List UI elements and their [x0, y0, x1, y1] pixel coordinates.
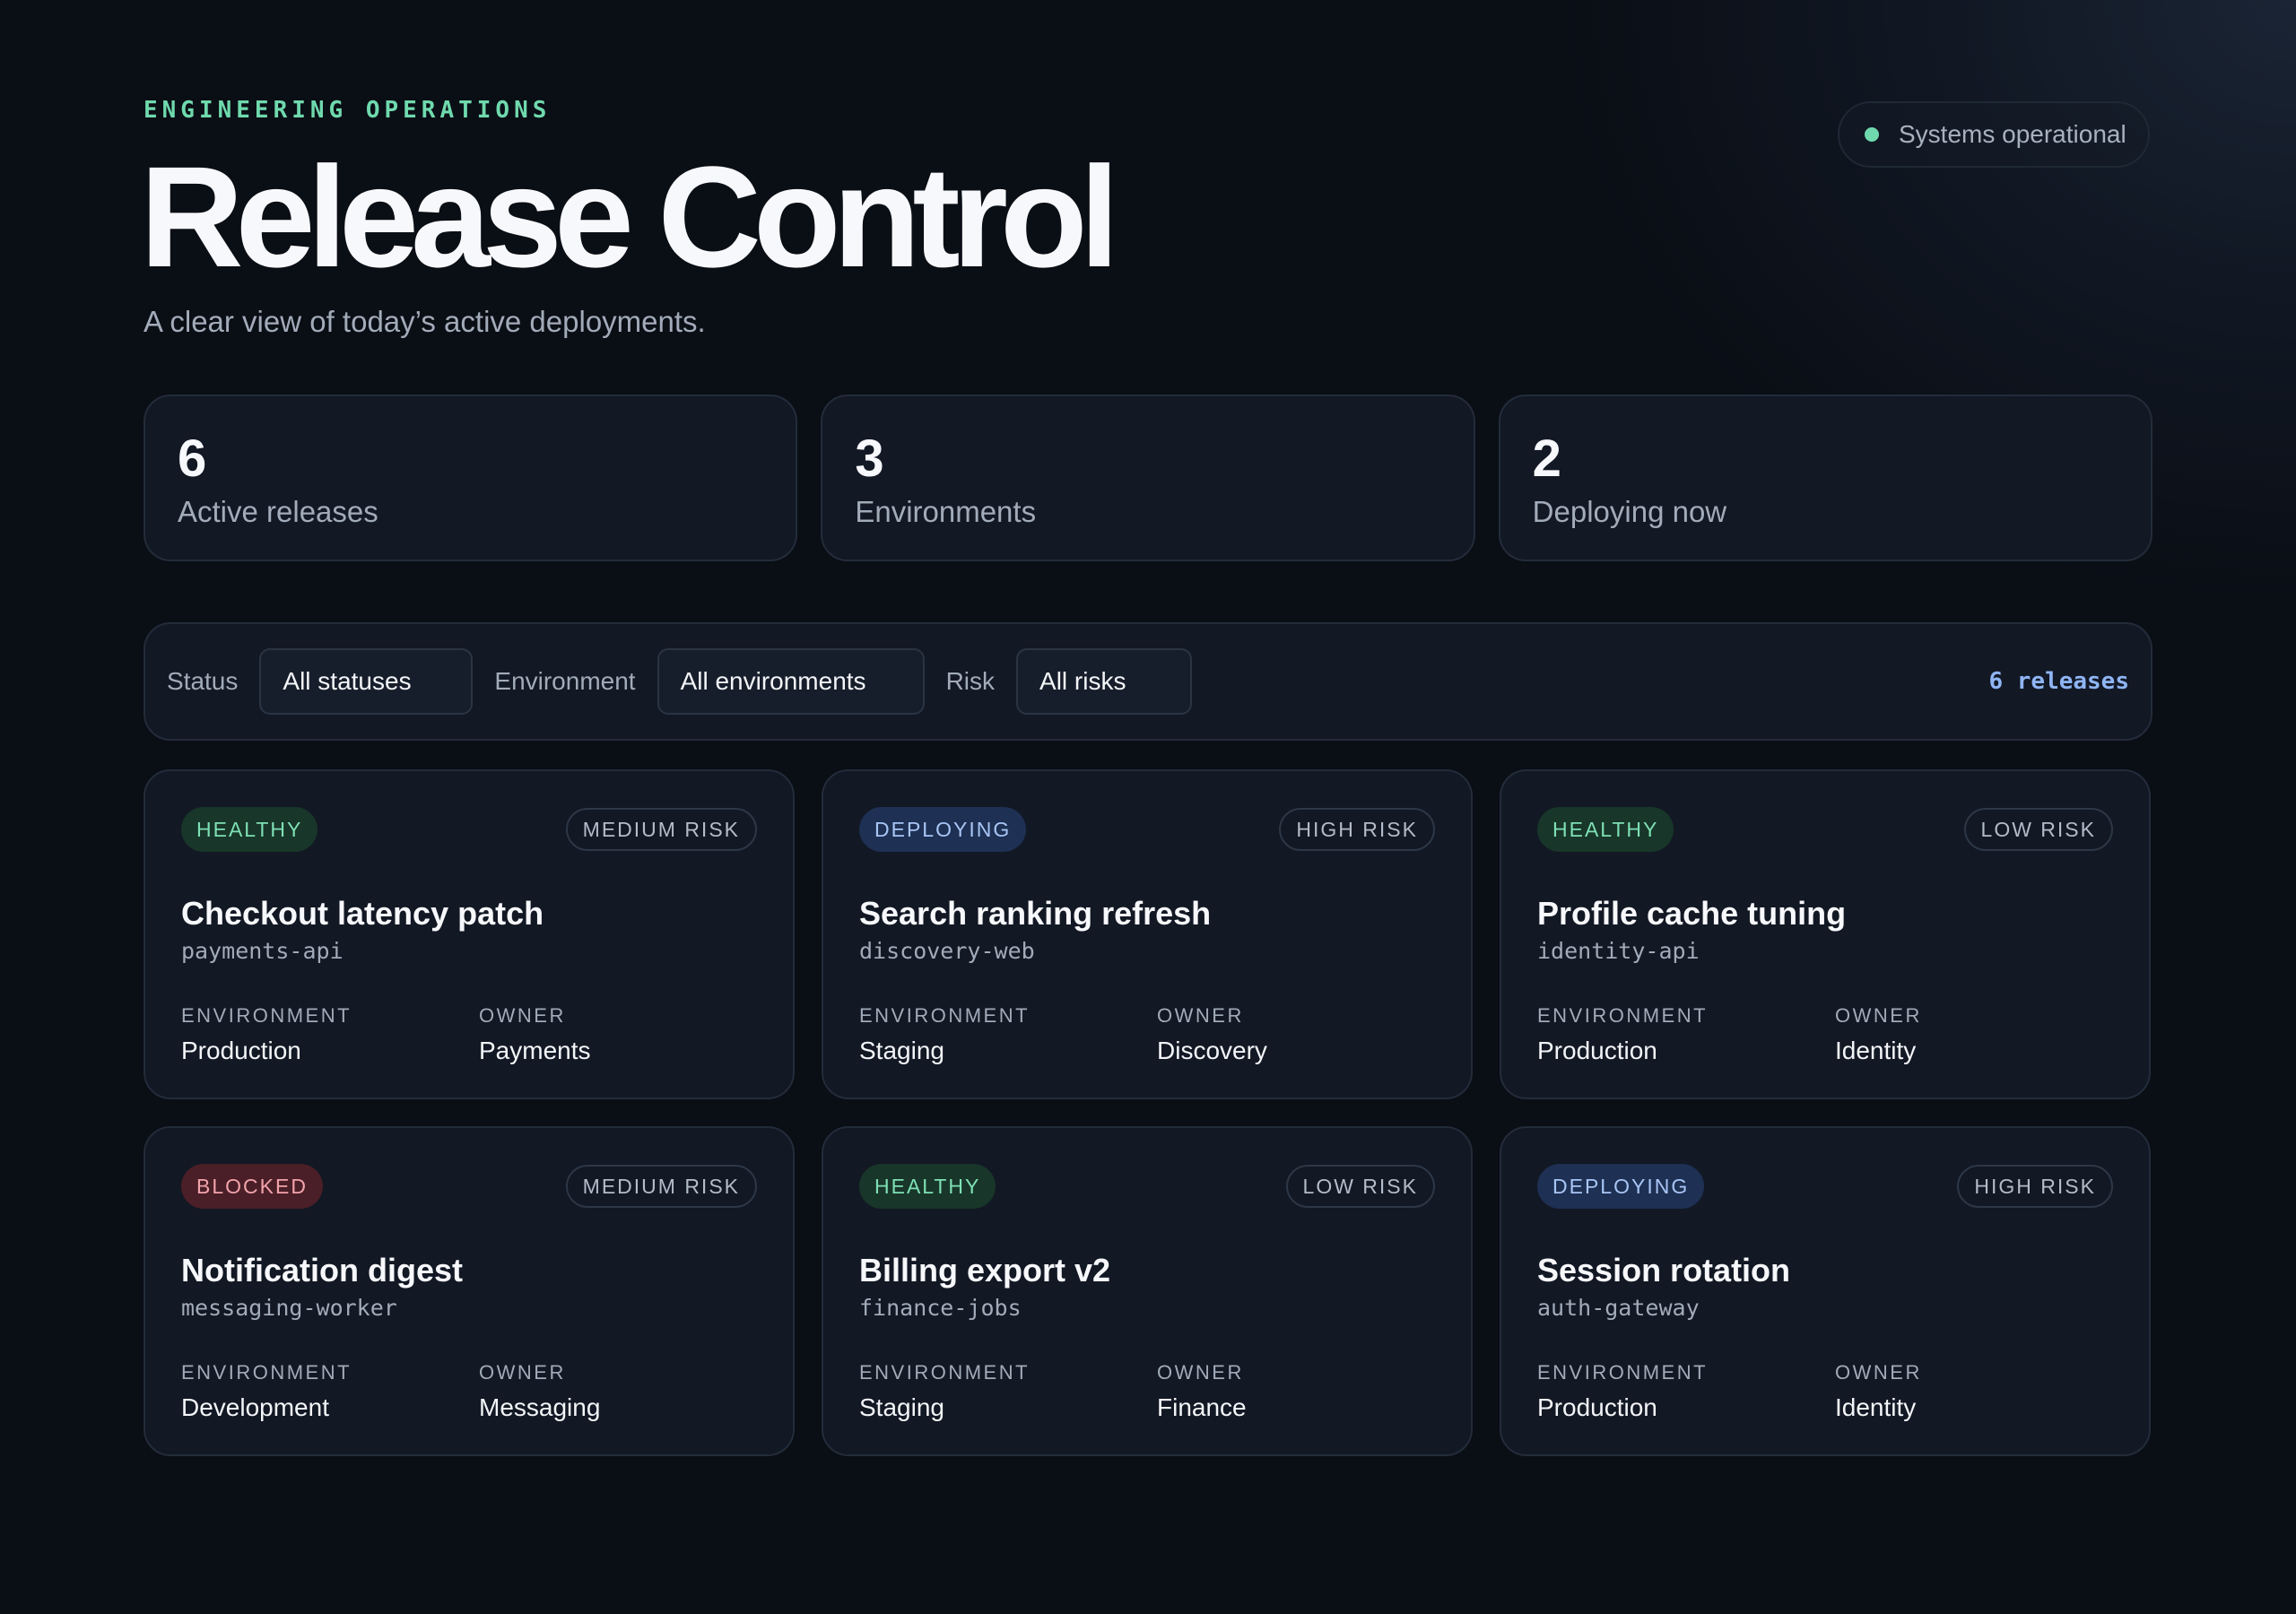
release-card[interactable]: DEPLOYING HIGH RISK Session rotation aut…	[1500, 1126, 2151, 1456]
environment-label: ENVIRONMENT	[1537, 1361, 1709, 1384]
environment-value: Staging	[859, 1393, 944, 1421]
environment-value: Development	[181, 1393, 329, 1421]
stat-label: Environments	[855, 495, 1037, 528]
stat-value: 2	[1532, 430, 1561, 488]
release-service: messaging-worker	[181, 1295, 397, 1321]
status-badge: HEALTHY	[859, 1164, 996, 1209]
owner-label: OWNER	[1835, 1361, 1922, 1384]
page-eyebrow: ENGINEERING OPERATIONS	[144, 97, 552, 124]
owner-meta: OWNER Finance	[1157, 1361, 1247, 1422]
release-service: auth-gateway	[1537, 1295, 1700, 1321]
owner-meta: OWNER Identity	[1835, 1004, 1922, 1065]
status-filter-label: Status	[167, 667, 239, 695]
risk-badge: LOW RISK	[1285, 1165, 1435, 1208]
owner-meta: OWNER Identity	[1835, 1361, 1922, 1422]
stat-label: Active releases	[178, 495, 378, 528]
risk-filter-label: Risk	[945, 667, 996, 695]
release-card[interactable]: DEPLOYING HIGH RISK Search ranking refre…	[822, 769, 1473, 1099]
stat-value: 3	[855, 430, 884, 488]
release-grid: HEALTHY MEDIUM RISK Checkout latency pat…	[144, 769, 2152, 1456]
environment-value: Production	[1537, 1393, 1657, 1421]
release-card[interactable]: BLOCKED MEDIUM RISK Notification digest …	[144, 1126, 795, 1456]
owner-meta: OWNER Payments	[479, 1004, 591, 1065]
filter-bar: Status All statuses Environment All envi…	[144, 622, 2152, 741]
owner-value: Identity	[1835, 1393, 1917, 1421]
page-subtitle: A clear view of today’s active deploymen…	[144, 305, 706, 338]
status-badge: HEALTHY	[1537, 807, 1674, 852]
release-card[interactable]: HEALTHY MEDIUM RISK Checkout latency pat…	[144, 769, 795, 1099]
page-title: Release Control	[140, 136, 1119, 297]
release-title: Search ranking refresh	[859, 895, 1212, 932]
release-card[interactable]: HEALTHY LOW RISK Billing export v2 finan…	[822, 1126, 1473, 1456]
system-status-text: Systems operational	[1899, 120, 2126, 148]
risk-badge: MEDIUM RISK	[565, 1165, 757, 1208]
environment-label: ENVIRONMENT	[181, 1004, 352, 1027]
risk-badge: HIGH RISK	[1957, 1165, 2113, 1208]
owner-value: Identity	[1835, 1037, 1917, 1064]
release-card[interactable]: HEALTHY LOW RISK Profile cache tuning id…	[1500, 769, 2151, 1099]
stat-card-environments: 3 Environments	[821, 395, 1475, 561]
owner-label: OWNER	[479, 1361, 566, 1384]
environment-value: Production	[1537, 1037, 1657, 1064]
environment-filter-label: Environment	[494, 667, 636, 695]
release-count: 6 releases	[1988, 668, 2129, 695]
environment-label: ENVIRONMENT	[181, 1361, 352, 1384]
status-dot-icon	[1865, 127, 1879, 142]
release-title: Checkout latency patch	[181, 895, 544, 932]
status-badge: DEPLOYING	[859, 807, 1027, 852]
environment-meta: ENVIRONMENT Production	[181, 1004, 352, 1065]
status-badge: HEALTHY	[181, 807, 318, 852]
owner-value: Discovery	[1157, 1037, 1267, 1064]
risk-filter-select[interactable]: All risks	[1016, 648, 1193, 715]
release-title: Notification digest	[181, 1252, 463, 1289]
stat-card-active-releases: 6 Active releases	[144, 395, 798, 561]
stat-card-deploying-now: 2 Deploying now	[1498, 395, 2152, 561]
environment-value: Production	[181, 1037, 301, 1064]
owner-value: Payments	[479, 1037, 591, 1064]
environment-label: ENVIRONMENT	[1537, 1004, 1709, 1027]
risk-badge: HIGH RISK	[1279, 808, 1435, 851]
stat-label: Deploying now	[1532, 495, 1727, 528]
owner-label: OWNER	[1157, 1004, 1244, 1027]
release-service: payments-api	[181, 938, 344, 964]
release-title: Profile cache tuning	[1537, 895, 1847, 932]
release-title: Billing export v2	[859, 1252, 1111, 1289]
risk-badge: LOW RISK	[1963, 808, 2113, 851]
environment-meta: ENVIRONMENT Staging	[859, 1361, 1030, 1422]
status-filter-select[interactable]: All statuses	[259, 648, 474, 715]
environment-meta: ENVIRONMENT Development	[181, 1361, 352, 1422]
environment-value: Staging	[859, 1037, 944, 1064]
environment-label: ENVIRONMENT	[859, 1004, 1031, 1027]
stats-row: 6 Active releases 3 Environments 2 Deplo…	[144, 395, 2152, 561]
system-status-pill: Systems operational	[1838, 101, 2150, 168]
owner-label: OWNER	[479, 1004, 566, 1027]
status-badge: BLOCKED	[181, 1164, 323, 1209]
environment-meta: ENVIRONMENT Production	[1537, 1004, 1708, 1065]
owner-value: Finance	[1157, 1393, 1247, 1421]
owner-value: Messaging	[479, 1393, 601, 1421]
stat-value: 6	[178, 430, 207, 488]
environment-filter-select[interactable]: All environments	[657, 648, 925, 715]
status-badge: DEPLOYING	[1537, 1164, 1705, 1209]
owner-meta: OWNER Messaging	[479, 1361, 600, 1422]
environment-label: ENVIRONMENT	[859, 1361, 1031, 1384]
owner-meta: OWNER Discovery	[1157, 1004, 1267, 1065]
owner-label: OWNER	[1157, 1361, 1244, 1384]
owner-label: OWNER	[1835, 1004, 1922, 1027]
risk-badge: MEDIUM RISK	[565, 808, 757, 851]
release-service: identity-api	[1537, 938, 1700, 964]
environment-meta: ENVIRONMENT Production	[1537, 1361, 1708, 1422]
release-control-page: ENGINEERING OPERATIONS Release Control A…	[0, 0, 2296, 1614]
release-service: discovery-web	[859, 938, 1035, 964]
release-service: finance-jobs	[859, 1295, 1022, 1321]
release-title: Session rotation	[1537, 1252, 1791, 1289]
environment-meta: ENVIRONMENT Staging	[859, 1004, 1030, 1065]
